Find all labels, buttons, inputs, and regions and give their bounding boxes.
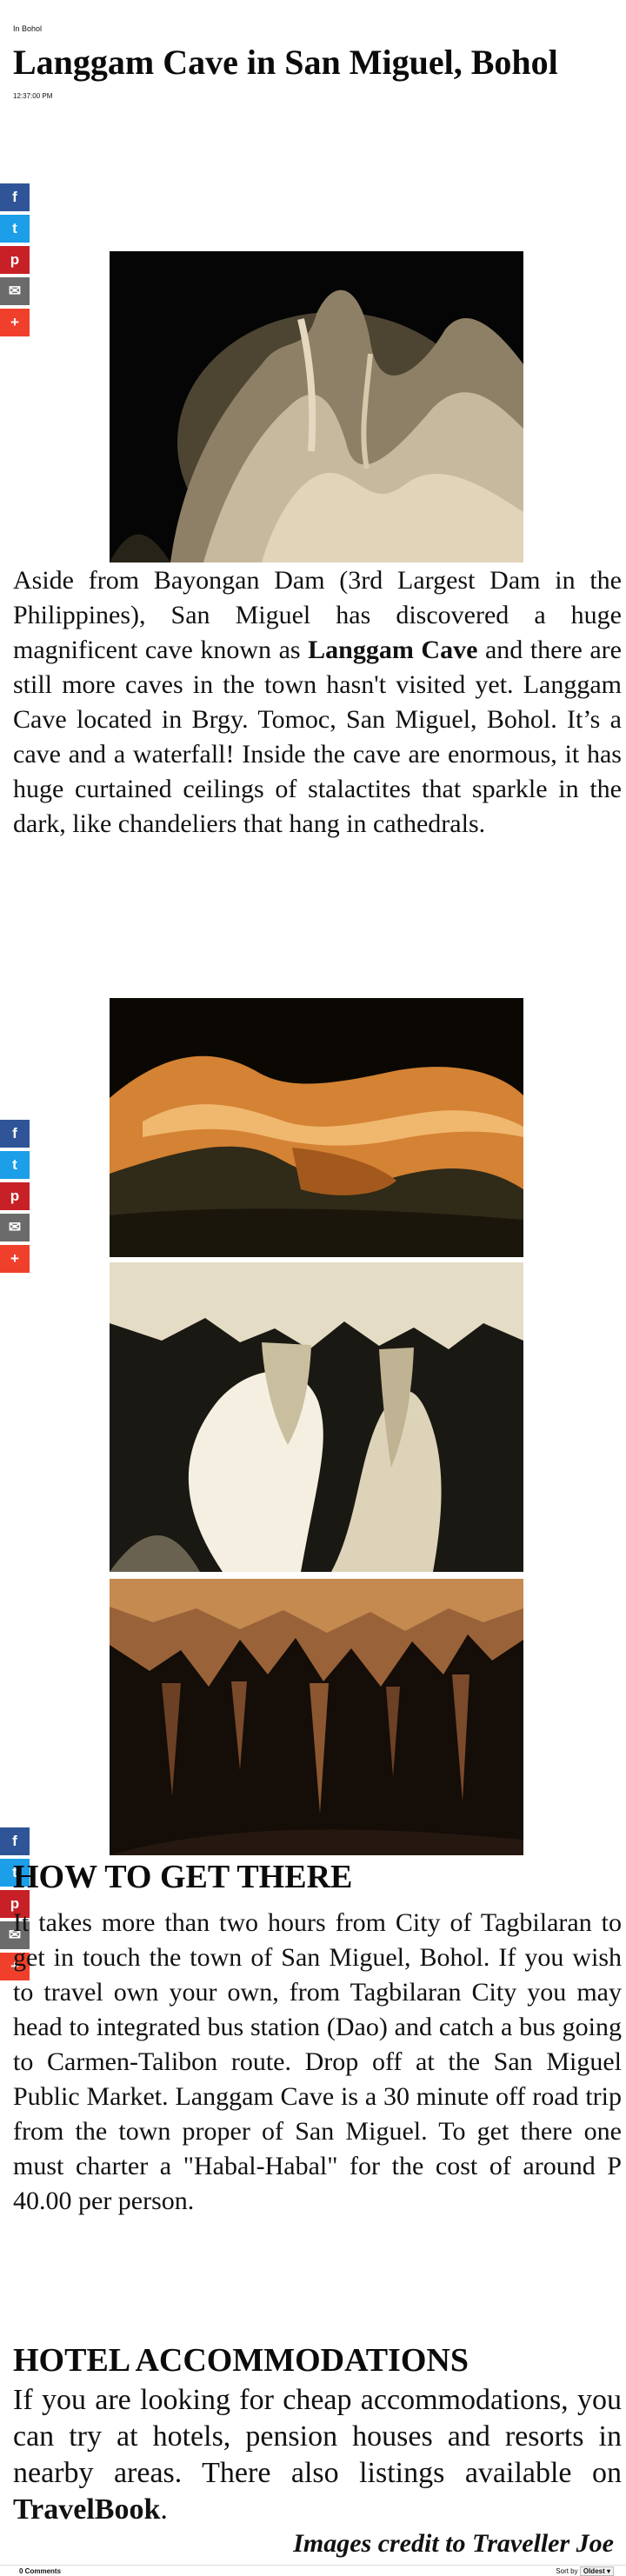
cave-photo (110, 998, 523, 1257)
twitter-share-button[interactable]: t (0, 1151, 30, 1179)
comments-count[interactable]: 0 Comments (19, 2567, 61, 2575)
page-title: Langgam Cave in San Miguel, Bohol (13, 43, 558, 82)
facebook-share-button[interactable]: f (0, 1827, 30, 1855)
how-to-get-there-heading: HOW TO GET THERE (13, 1859, 353, 1895)
email-share-button[interactable]: ✉ (0, 277, 30, 305)
how-to-get-there-text: It takes more than two hours from City o… (13, 1908, 622, 2215)
cave-photo (110, 1262, 523, 1572)
cave-photo (110, 1579, 523, 1855)
sort-label: Sort by (556, 2567, 578, 2575)
pinterest-share-button[interactable]: p (0, 1182, 30, 1210)
pinterest-share-button[interactable]: p (0, 246, 30, 274)
category-label: In Bohol (13, 24, 43, 33)
email-share-button[interactable]: ✉ (0, 1214, 30, 1241)
travelbook-link[interactable]: TravelBook (13, 2493, 160, 2526)
facebook-share-button[interactable]: f (0, 183, 30, 211)
sort-control: Sort by Oldest ▾ (556, 2566, 614, 2576)
sort-dropdown[interactable]: Oldest ▾ (579, 2566, 614, 2576)
twitter-share-button[interactable]: t (0, 215, 30, 243)
hotel-accommodations-heading: HOTEL ACCOMMODATIONS (13, 2342, 469, 2379)
cave-name: Langgam Cave (308, 636, 478, 664)
more-share-button[interactable]: + (0, 1245, 30, 1273)
post-time: 12:37:00 PM (13, 92, 53, 100)
facebook-share-button[interactable]: f (0, 1120, 30, 1148)
more-share-button[interactable]: + (0, 309, 30, 336)
image-credit: Images credit to Traveller Joe (293, 2529, 614, 2558)
share-bar: f t p ✉ + (0, 1120, 30, 1276)
share-bar: f t p ✉ + (0, 183, 30, 340)
intro-paragraph: Aside from Bayongan Dam (3rd Largest Dam… (13, 566, 622, 838)
hotel-accommodations-text: If you are looking for cheap accommodati… (13, 2384, 622, 2526)
cave-photo (110, 251, 523, 562)
comments-bar: 0 Comments Sort by Oldest ▾ (0, 2565, 626, 2576)
